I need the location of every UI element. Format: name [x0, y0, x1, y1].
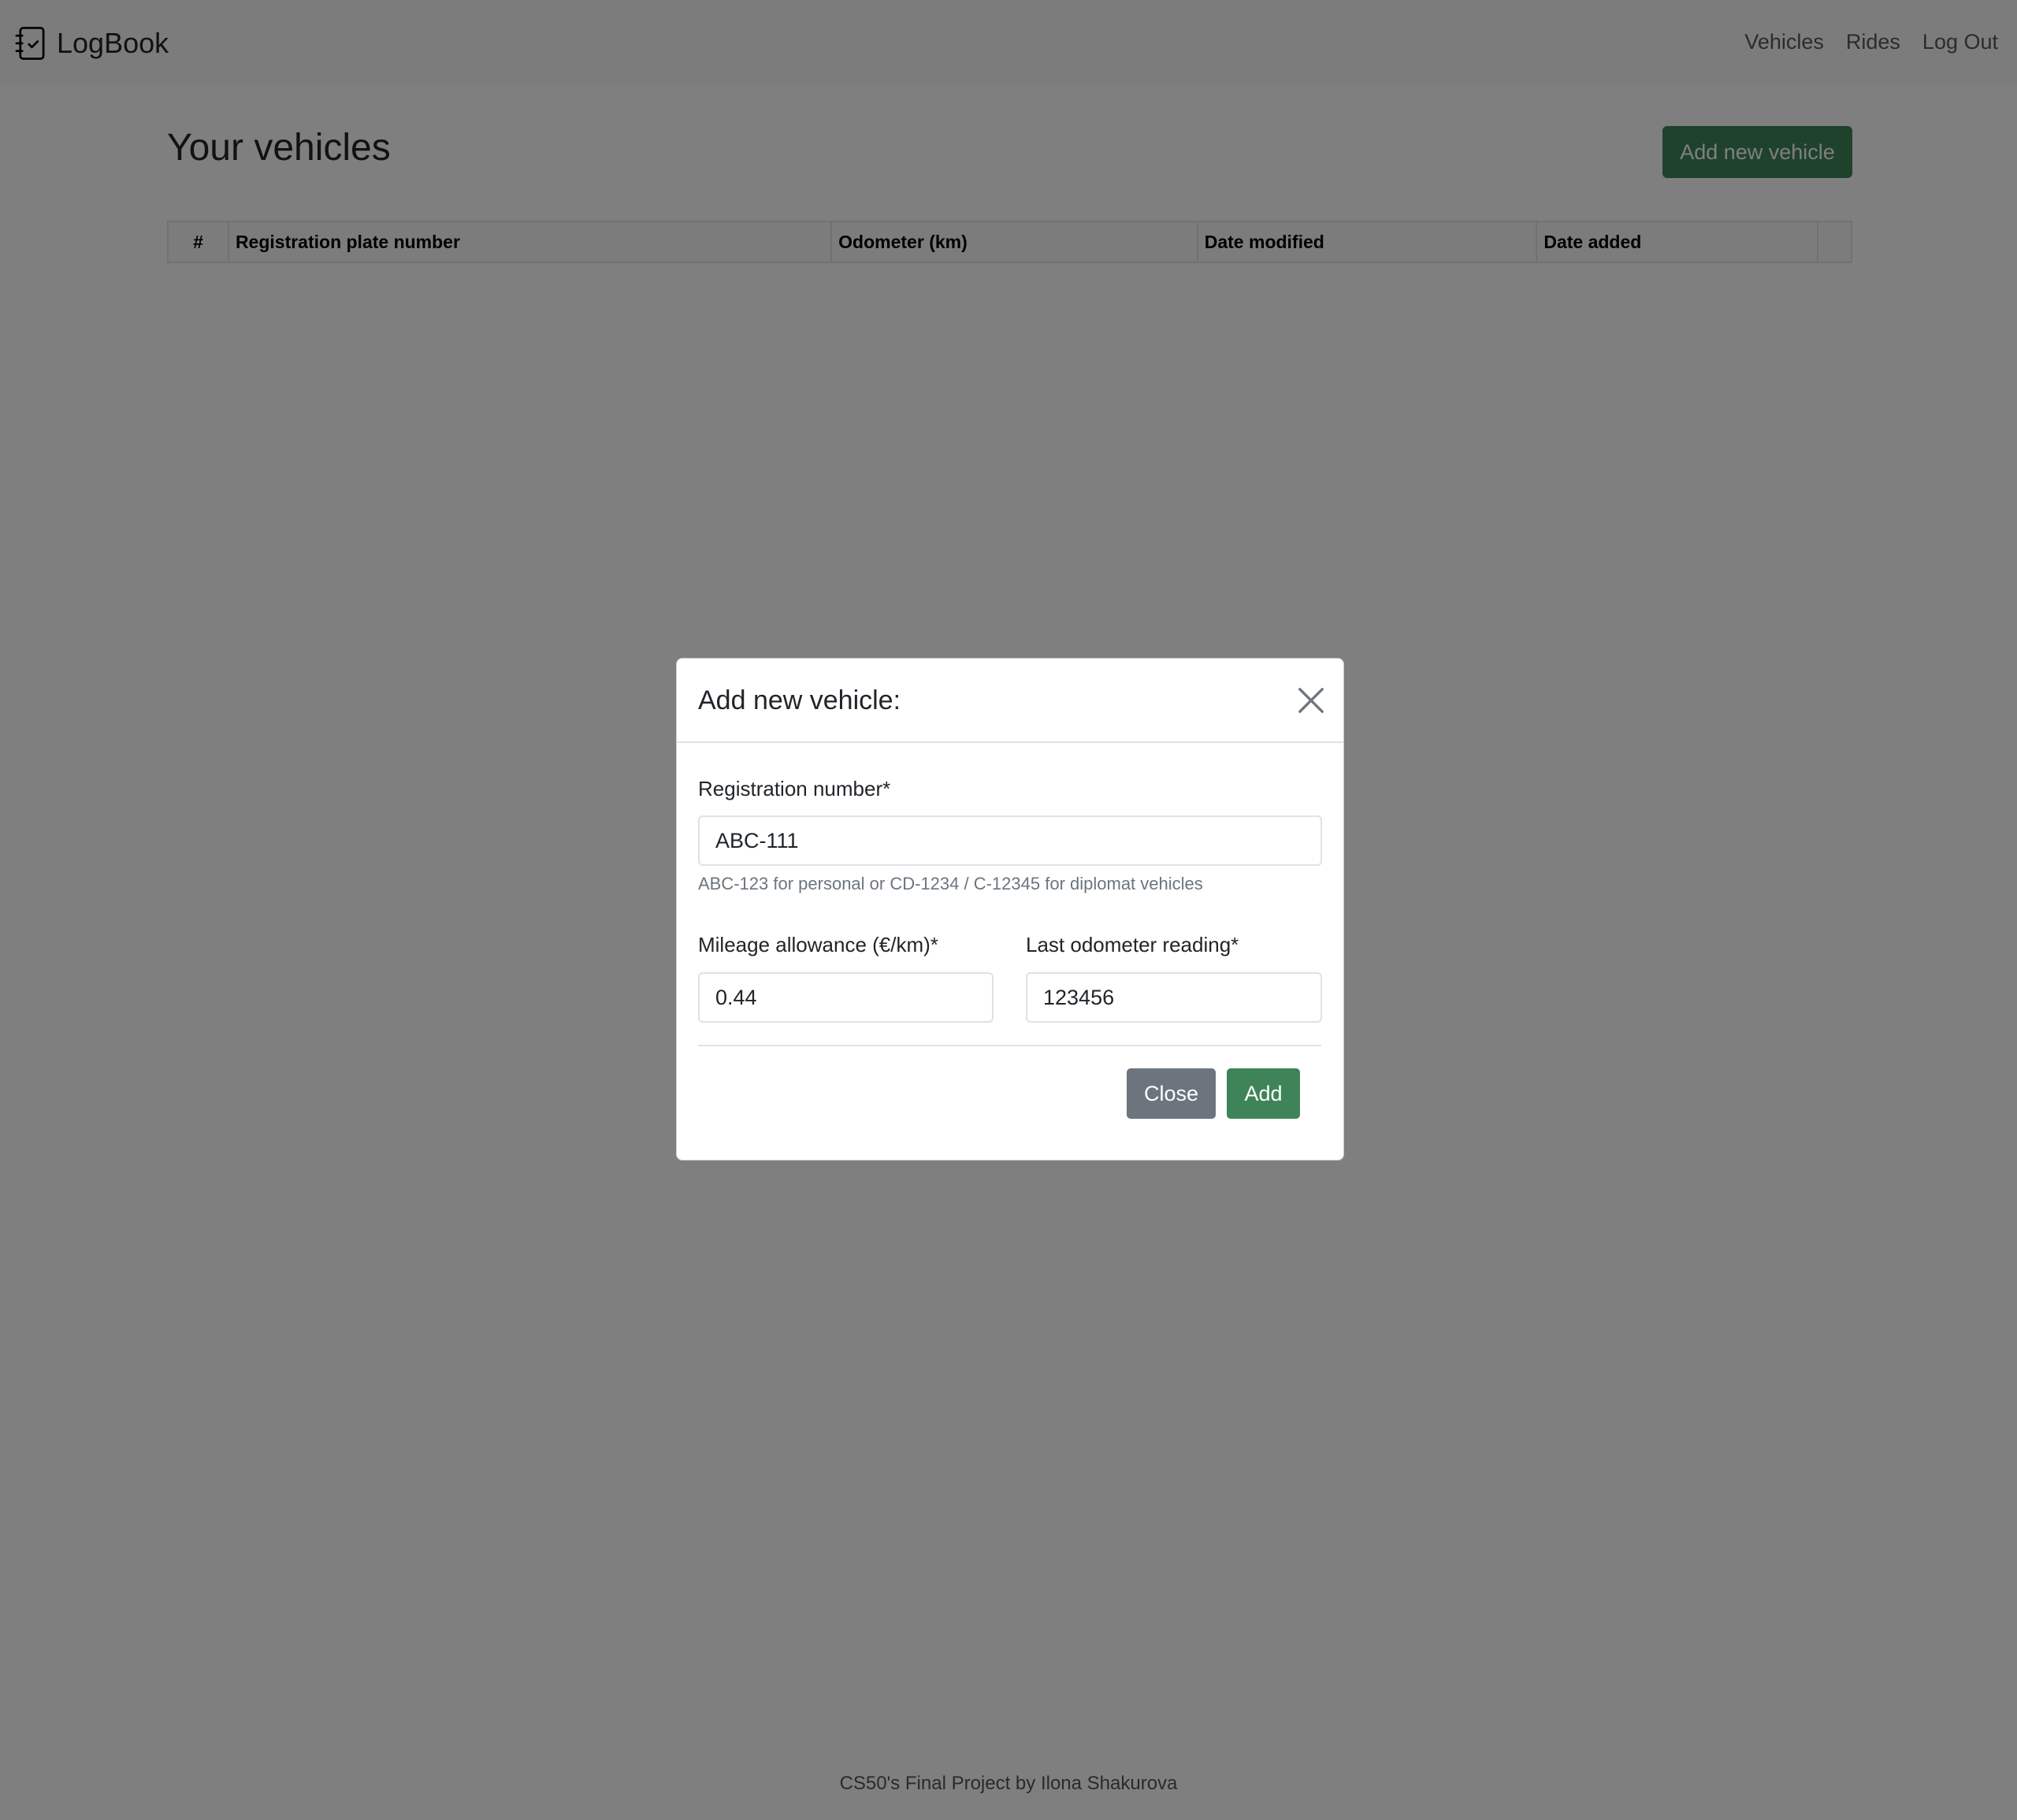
odometer-input[interactable] — [1026, 972, 1322, 1023]
close-button[interactable]: Close — [1127, 1068, 1216, 1119]
close-x-icon[interactable] — [1296, 685, 1326, 715]
mileage-allowance-label: Mileage allowance (€/km)* — [698, 933, 938, 956]
registration-help-text: ABC-123 for personal or CD-1234 / C-1234… — [698, 874, 1203, 893]
add-vehicle-modal: Add new vehicle: Registration number* AB… — [676, 658, 1344, 1161]
add-button[interactable]: Add — [1227, 1068, 1300, 1119]
mileage-allowance-input[interactable] — [698, 972, 994, 1023]
modal-title: Add new vehicle: — [698, 685, 901, 715]
odometer-label: Last odometer reading* — [1026, 933, 1239, 956]
registration-label: Registration number* — [698, 777, 891, 800]
modal-divider — [698, 1045, 1321, 1046]
modal-header: Add new vehicle: — [677, 659, 1343, 743]
registration-input[interactable] — [698, 815, 1322, 866]
